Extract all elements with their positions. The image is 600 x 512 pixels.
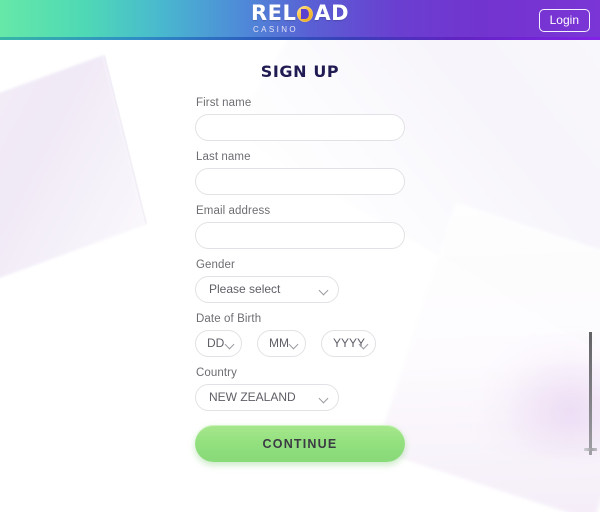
dob-month-select[interactable]: MM (257, 330, 306, 357)
last-name-input[interactable] (195, 168, 405, 195)
header-bottom-stripe (0, 37, 600, 40)
country-select-value: NEW ZEALAND (209, 390, 296, 404)
gender-select[interactable]: Please select (195, 276, 339, 303)
brand-logo[interactable]: REL AD CASINO (251, 3, 349, 34)
decor-shape-left-edge (0, 54, 147, 291)
country-label: Country (196, 367, 237, 379)
field-group-gender: Gender Please select (195, 259, 405, 303)
decor-glow-bottom-right (480, 337, 600, 457)
site-header: REL AD CASINO Login (0, 0, 600, 40)
dob-year-select[interactable]: YYYY (321, 330, 376, 357)
last-name-label: Last name (196, 151, 251, 163)
brand-subline: CASINO (252, 25, 299, 34)
dob-day-select[interactable]: DD (195, 330, 242, 357)
field-group-date-of-birth: Date of Birth DD MM YYYY (195, 313, 405, 357)
first-name-label: First name (196, 97, 252, 109)
email-label: Email address (196, 205, 271, 217)
field-group-country: Country NEW ZEALAND (195, 367, 405, 411)
decor-rail-foot (584, 448, 597, 451)
date-of-birth-label: Date of Birth (196, 313, 262, 325)
gold-coin-icon (297, 5, 314, 22)
signup-form: SIGN UP First name Last name Email addre… (195, 62, 405, 462)
decor-shape-bottom-right (375, 202, 600, 512)
email-input[interactable] (195, 222, 405, 249)
field-group-last-name: Last name (195, 151, 405, 195)
gender-select-value: Please select (209, 282, 281, 296)
brand-wordmark: REL AD (251, 3, 349, 24)
date-of-birth-row: DD MM YYYY (195, 330, 405, 357)
field-group-email: Email address (195, 205, 405, 249)
decor-shape-left (0, 54, 146, 291)
country-select[interactable]: NEW ZEALAND (195, 384, 339, 411)
brand-word-before: REL (250, 1, 297, 25)
decor-vertical-rail (589, 332, 592, 455)
first-name-input[interactable] (195, 114, 405, 141)
page-title: SIGN UP (260, 62, 340, 81)
gender-label: Gender (196, 259, 235, 271)
login-button[interactable]: Login (538, 9, 590, 32)
brand-word-after: AD (314, 1, 350, 25)
field-group-first-name: First name (195, 97, 405, 141)
continue-button[interactable]: CONTINUE (195, 425, 405, 462)
